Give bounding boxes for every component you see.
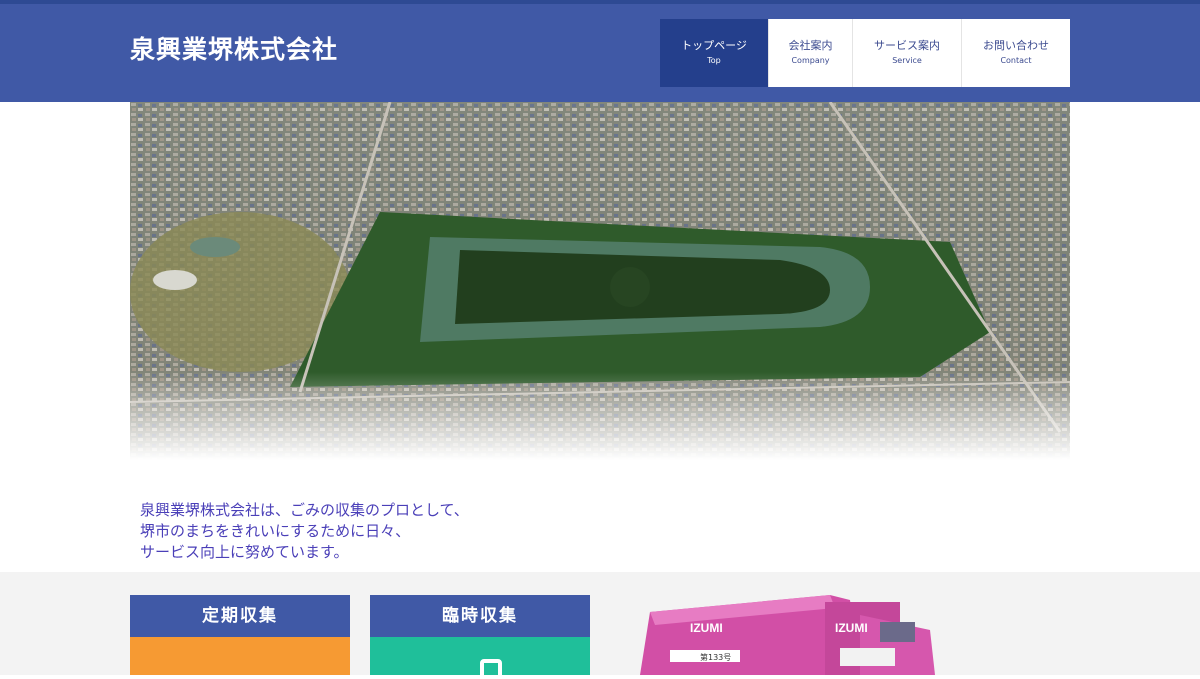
nav-item-sublabel: Top [707,56,721,65]
site-title[interactable]: 泉興業堺株式会社 [130,30,338,66]
nav-item-label: トップページ [681,39,747,52]
nav-item-sublabel: Contact [1000,56,1032,65]
intro-line-1: 泉興業堺株式会社は、ごみの収集のプロとして、 [140,501,469,519]
card-title: 定期収集 [130,595,350,637]
aerial-photo-illustration [130,102,1070,460]
card-body [130,637,350,675]
intro-line-2: 堺市のまちをきれいにするために日々、 [140,522,411,540]
card-title: 臨時収集 [370,595,590,637]
garbage-truck-image: IZUMI IZUMI 第133号 [630,590,950,675]
main-nav: トップページ Top 会社案内 Company サービス案内 Service お… [660,19,1070,87]
nav-item-sublabel: Service [892,56,922,65]
nav-item-company[interactable]: 会社案内 Company [768,19,852,87]
card-temporary-collection[interactable]: 臨時収集 [370,595,590,675]
intro-text: 泉興業堺株式会社は、ごみの収集のプロとして、 堺市のまちをきれいにするために日々… [140,500,740,563]
site-header: 泉興業堺株式会社 トップページ Top 会社案内 Company サービス案内 … [0,4,1200,102]
card-regular-collection[interactable]: 定期収集 [130,595,350,675]
nav-item-top[interactable]: トップページ Top [660,19,768,87]
nav-item-label: お問い合わせ [983,39,1049,52]
card-body [370,637,590,675]
nav-item-label: 会社案内 [788,39,833,52]
nav-item-service[interactable]: サービス案内 Service [852,19,961,87]
device-icon [480,659,502,675]
truck-brand-left: IZUMI [690,621,723,635]
nav-item-label: サービス案内 [874,39,940,52]
truck-brand-right: IZUMI [835,621,868,635]
nav-item-contact[interactable]: お問い合わせ Contact [961,19,1070,87]
hero-aerial-image [130,102,1070,460]
truck-illustration: IZUMI IZUMI 第133号 [640,595,935,675]
nav-item-sublabel: Company [791,56,830,65]
intro-line-3: サービス向上に努めています。 [140,543,349,561]
truck-plate: 第133号 [700,652,731,662]
